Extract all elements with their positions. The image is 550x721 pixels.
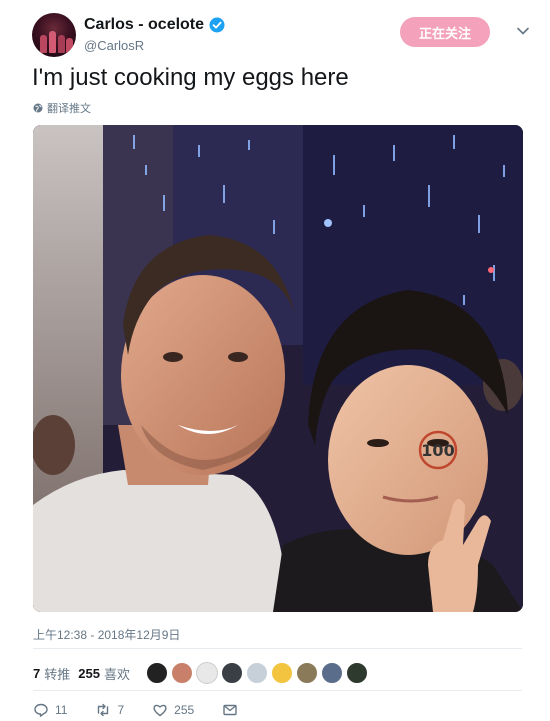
liker-avatar[interactable] xyxy=(195,662,218,684)
liker-avatar[interactable] xyxy=(220,662,243,684)
tweet-photo[interactable]: 100 xyxy=(33,125,523,612)
photo-scene: 100 xyxy=(33,125,523,612)
display-name[interactable]: Carlos - ocelote xyxy=(84,16,204,34)
liker-avatar[interactable] xyxy=(270,662,293,684)
retweets-count[interactable]: 7 xyxy=(33,666,40,681)
reply-button[interactable]: 11 xyxy=(33,702,67,718)
liker-avatar[interactable] xyxy=(295,662,318,684)
likes-count[interactable]: 255 xyxy=(78,666,100,681)
cheek-mark-text: 100 xyxy=(421,441,454,460)
direct-message-button[interactable] xyxy=(222,702,238,718)
name-row: Carlos - ocelote xyxy=(84,16,225,34)
divider xyxy=(33,690,522,691)
liker-avatar[interactable] xyxy=(245,662,268,684)
like-button[interactable]: 255 xyxy=(152,702,194,718)
like-count: 255 xyxy=(174,703,195,717)
liker-avatar[interactable] xyxy=(320,662,343,684)
divider xyxy=(33,648,522,649)
tweet-text: I'm just cooking my eggs here xyxy=(32,64,349,91)
likes-label: 喜欢 xyxy=(103,666,130,682)
tweet-actions: 11 7 255 xyxy=(33,702,266,718)
reply-icon xyxy=(34,703,48,717)
retweet-count: 7 xyxy=(117,703,125,717)
heart-icon xyxy=(153,704,167,717)
avatar[interactable] xyxy=(32,13,76,57)
retweet-icon xyxy=(98,703,109,717)
likers-avatars xyxy=(145,662,368,684)
chevron-down-icon[interactable] xyxy=(516,24,530,38)
tweet-timestamp[interactable]: 上午12:38 - 2018年12月9日 xyxy=(33,626,180,643)
retweets-label: 转推 xyxy=(44,666,71,682)
globe-icon xyxy=(33,103,43,113)
liker-avatar[interactable] xyxy=(145,662,168,684)
liker-avatar[interactable] xyxy=(170,662,193,684)
liker-avatar[interactable] xyxy=(345,662,368,684)
tweet-header: Carlos - ocelote @CarlosR 正在关注 xyxy=(30,10,530,60)
following-button[interactable]: 正在关注 xyxy=(400,17,490,47)
message-icon xyxy=(223,704,237,716)
retweet-button[interactable]: 7 xyxy=(95,702,124,718)
verified-icon xyxy=(209,17,225,33)
reply-count: 11 xyxy=(55,703,68,717)
tweet-stats: 7 转推 255 喜欢 xyxy=(33,662,368,684)
user-handle[interactable]: @CarlosR xyxy=(84,38,144,53)
translate-tweet-label: 翻译推文 xyxy=(47,103,91,115)
translate-tweet-link[interactable]: 翻译推文 xyxy=(33,100,91,116)
